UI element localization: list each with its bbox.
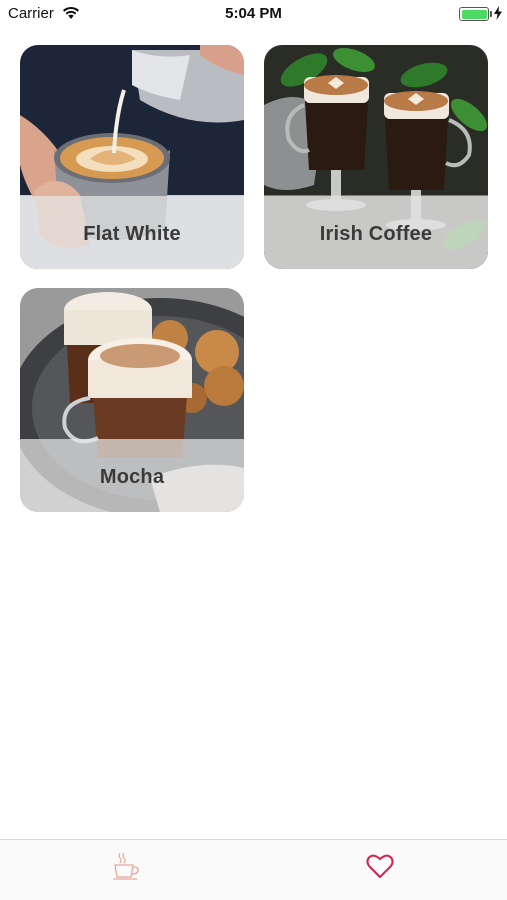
coffee-cup-icon [110,850,142,887]
drink-tile-flat-white[interactable]: Flat White [20,45,244,269]
drink-tile-irish-coffee[interactable]: Irish Coffee [264,45,488,269]
clock: 5:04 PM [225,5,282,22]
drink-name: Irish Coffee [319,223,433,245]
tab-bar [0,839,507,900]
status-bar: Carrier 5:04 PM [0,0,507,28]
heart-icon [366,853,394,884]
drink-tile-mocha[interactable]: Mocha [20,288,244,512]
charging-icon [494,6,502,25]
tab-coffee[interactable] [106,850,146,886]
tab-favorites[interactable] [360,850,400,886]
drink-name: Mocha [99,466,165,488]
drink-name: Flat White [83,223,181,245]
battery-icon [459,7,489,21]
